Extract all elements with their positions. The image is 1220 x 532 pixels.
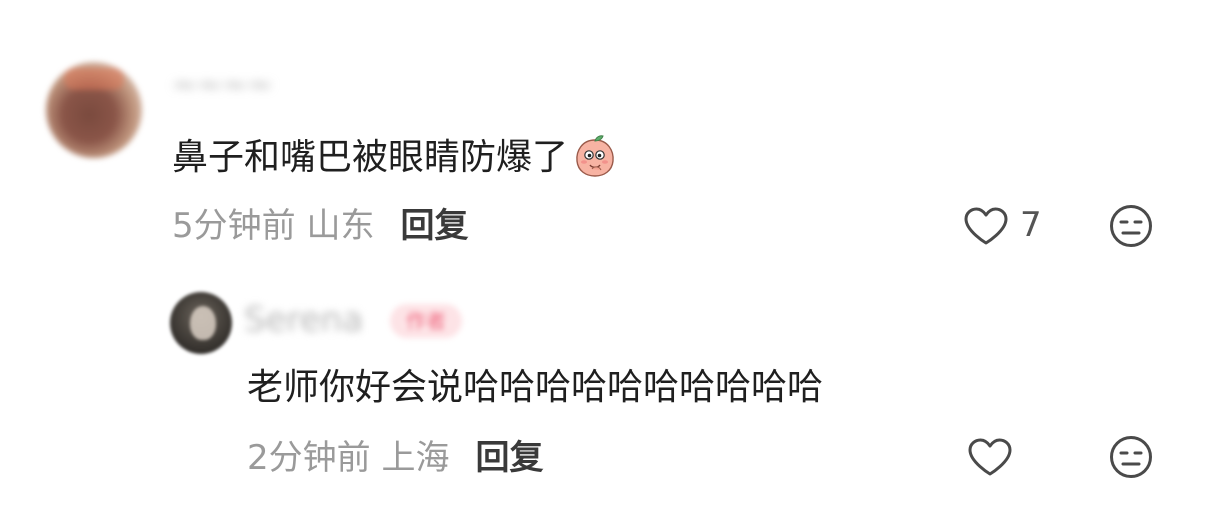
like-count: 7 [1020,205,1042,245]
heart-icon[interactable] [966,436,1014,478]
heart-icon[interactable] [962,205,1010,247]
comment-text: 老师你好会说哈哈哈哈哈哈哈哈哈哈 [247,367,824,408]
reply-button[interactable]: 回复 [475,438,543,478]
dislike-face-icon[interactable] [1109,435,1153,479]
time-location: 2分钟前 上海 [247,438,450,478]
peach-shy-emoji-icon [576,135,614,177]
comment-meta: 2分钟前 上海 回复 [247,436,543,480]
avatar[interactable] [170,292,232,354]
username[interactable]: Serena [244,300,363,340]
comment-text-content: 鼻子和嘴巴被眼睛防爆了 [172,137,569,178]
username[interactable]: ~~~~ [172,68,273,103]
reply-button[interactable]: 回复 [400,206,468,246]
author-badge: 作者 [390,304,462,338]
comment-meta: 5分钟前 山东 回复 [172,204,468,248]
comment-text: 鼻子和嘴巴被眼睛防爆了 [172,135,618,180]
dislike-face-icon[interactable] [1109,204,1153,248]
time-location: 5分钟前 山东 [172,206,375,246]
avatar[interactable] [46,62,142,158]
